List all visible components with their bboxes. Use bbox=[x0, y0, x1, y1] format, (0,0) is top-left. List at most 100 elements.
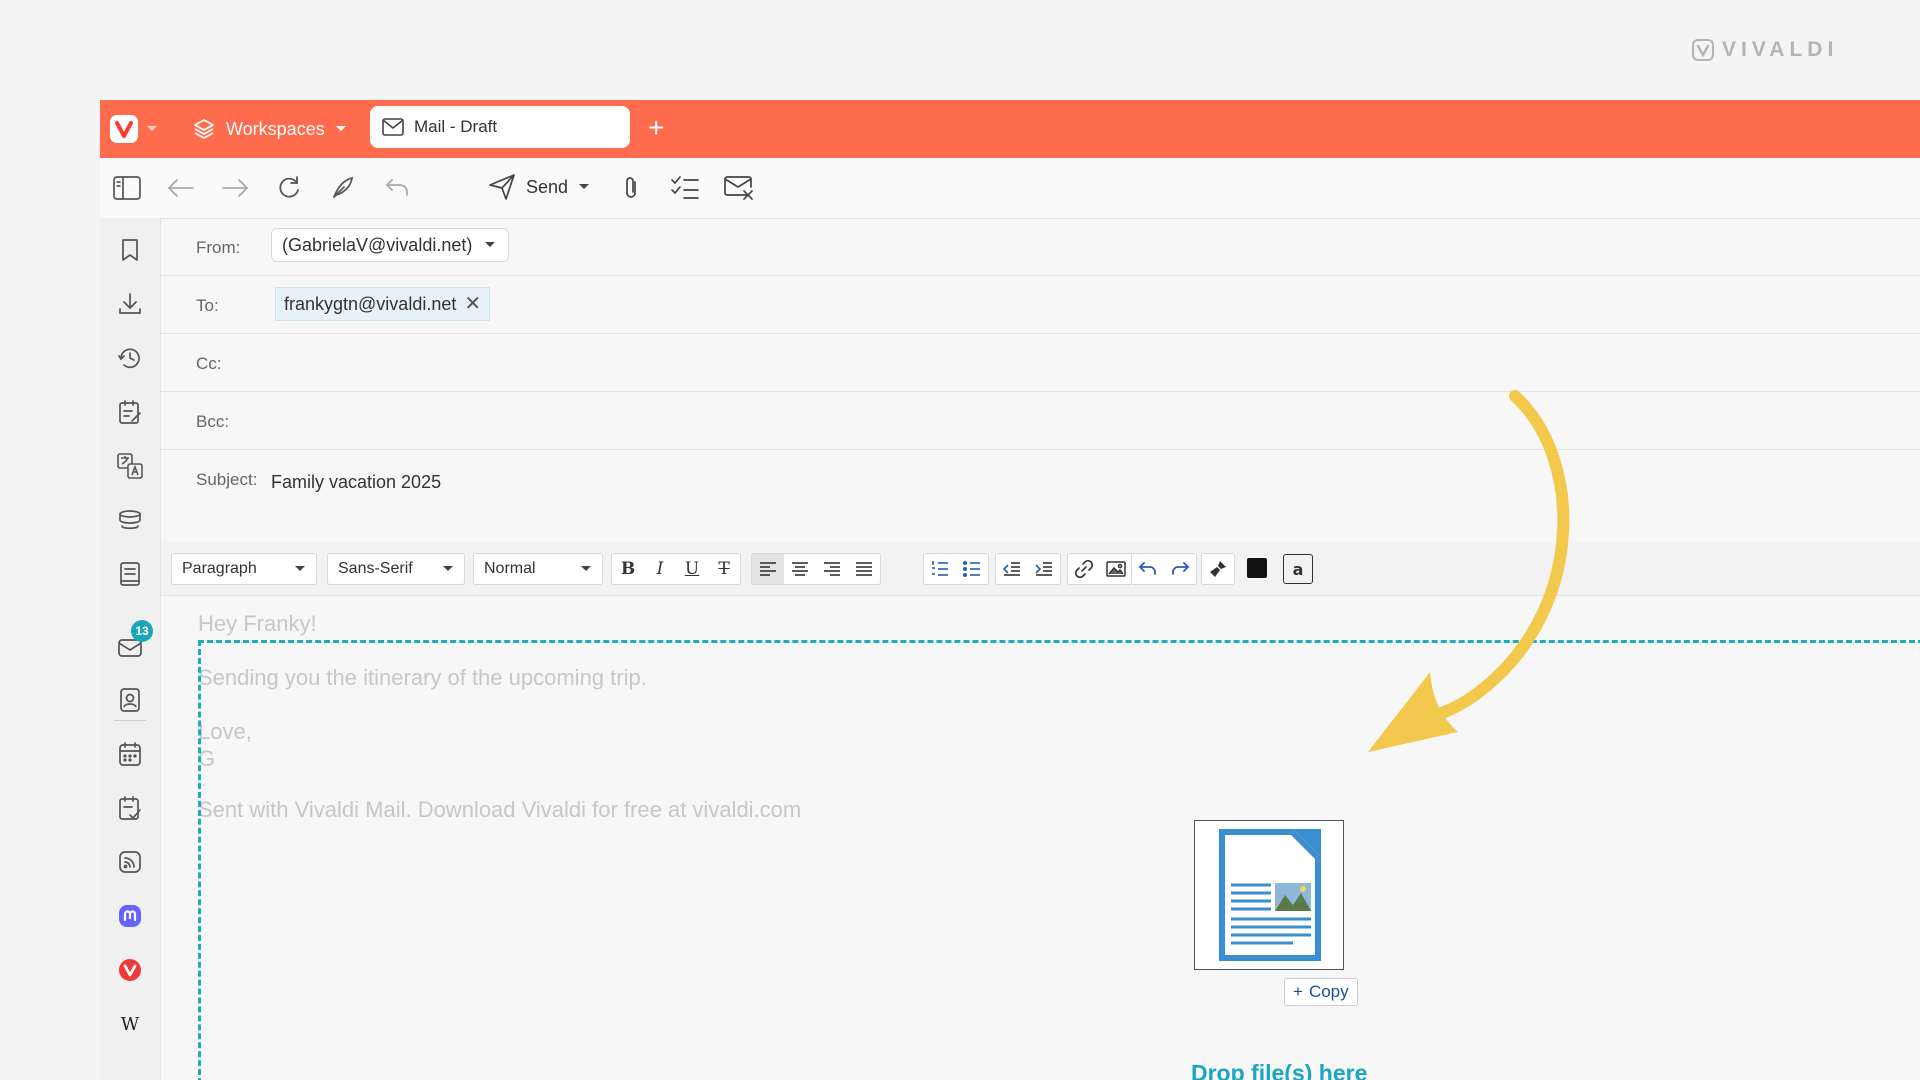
bold-button[interactable]: B bbox=[612, 554, 644, 584]
chevron-down-icon bbox=[485, 242, 496, 247]
chevron-down-icon bbox=[443, 566, 453, 571]
panel-mastodon[interactable] bbox=[114, 900, 146, 932]
editor-redo-button[interactable] bbox=[1164, 554, 1196, 584]
undo-icon bbox=[385, 179, 408, 196]
back-button[interactable] bbox=[164, 171, 198, 205]
outdent-button[interactable] bbox=[996, 554, 1028, 584]
arrow-right-icon bbox=[222, 179, 249, 197]
rss-icon bbox=[119, 851, 141, 873]
numbered-list-button[interactable] bbox=[924, 554, 956, 584]
body-greeting: Hey Franky! bbox=[198, 611, 317, 636]
mail-icon bbox=[382, 118, 404, 136]
strikethrough-button[interactable]: T bbox=[708, 554, 740, 584]
align-left-button[interactable] bbox=[752, 554, 784, 584]
send-icon bbox=[489, 174, 515, 200]
panel-calendar[interactable] bbox=[114, 738, 146, 770]
panel-separator bbox=[114, 720, 146, 721]
attach-button[interactable] bbox=[614, 171, 648, 205]
arrow-left-icon bbox=[167, 179, 194, 197]
chevron-down-icon bbox=[335, 126, 346, 131]
notes-icon bbox=[119, 400, 141, 424]
panel-bookmarks[interactable] bbox=[114, 234, 146, 266]
panel-toggle-button[interactable] bbox=[110, 171, 144, 205]
translate-icon bbox=[117, 453, 143, 479]
indent-group bbox=[995, 553, 1061, 585]
panel-tasks[interactable] bbox=[114, 792, 146, 824]
from-select[interactable]: (GabrielaV@vivaldi.net) bbox=[271, 228, 510, 262]
panel-wikipedia[interactable]: W bbox=[114, 1008, 146, 1040]
recipient-chip[interactable]: frankygtn@vivaldi.net ✕ bbox=[275, 287, 491, 321]
font-size-select[interactable]: Normal bbox=[473, 553, 603, 585]
editor-undo-button[interactable] bbox=[1132, 554, 1164, 584]
bullet-list-button[interactable] bbox=[956, 554, 988, 584]
subject-label: Subject: bbox=[196, 470, 258, 489]
history-icon bbox=[118, 348, 140, 369]
mail-toolbar: Send bbox=[100, 158, 1920, 219]
to-row: To: frankygtn@vivaldi.net ✕ bbox=[161, 276, 1920, 334]
compose-area: From: (GabrielaV@vivaldi.net) To: franky… bbox=[161, 218, 1920, 1080]
chevron-down-icon bbox=[295, 566, 305, 571]
panel-vivaldi[interactable] bbox=[114, 954, 146, 986]
indent-icon bbox=[1035, 562, 1052, 576]
edit-button[interactable] bbox=[326, 171, 360, 205]
panel-downloads[interactable] bbox=[114, 288, 146, 320]
justify-button[interactable] bbox=[848, 554, 880, 584]
insert-link-button[interactable] bbox=[1068, 554, 1100, 584]
reload-button[interactable] bbox=[272, 171, 306, 205]
panel-history[interactable] bbox=[114, 342, 146, 374]
panel-reading-list[interactable] bbox=[114, 504, 146, 536]
bcc-label: Bcc: bbox=[196, 412, 230, 431]
chevron-down-icon bbox=[579, 184, 590, 189]
bcc-row[interactable]: Bcc: bbox=[161, 392, 1920, 450]
vivaldi-menu-button[interactable] bbox=[110, 115, 158, 143]
text-color-button[interactable] bbox=[1241, 553, 1273, 583]
history-group bbox=[1131, 553, 1197, 585]
chevron-down-icon bbox=[147, 126, 157, 131]
font-family-select[interactable]: Sans-Serif bbox=[327, 553, 465, 585]
align-right-button[interactable] bbox=[816, 554, 848, 584]
send-label: Send bbox=[526, 176, 569, 197]
panel-reader[interactable] bbox=[114, 558, 146, 590]
font-size-value: Normal bbox=[484, 560, 536, 577]
reader-icon bbox=[120, 562, 140, 586]
unread-badge: 13 bbox=[131, 620, 153, 642]
drop-zone[interactable] bbox=[198, 640, 1920, 1080]
from-value: (GabrielaV@vivaldi.net) bbox=[282, 234, 473, 255]
discard-button[interactable] bbox=[722, 171, 756, 205]
send-button[interactable]: Send bbox=[488, 169, 590, 205]
bullet-list-icon bbox=[963, 561, 980, 577]
tab-mail-draft[interactable]: Mail - Draft bbox=[370, 106, 630, 148]
outdent-icon bbox=[1003, 562, 1020, 576]
svg-text:W: W bbox=[121, 1014, 140, 1034]
checklist-button[interactable] bbox=[668, 171, 702, 205]
italic-button[interactable]: I bbox=[644, 554, 676, 584]
cc-row[interactable]: Cc: bbox=[161, 334, 1920, 392]
clear-formatting-button[interactable] bbox=[1202, 554, 1234, 584]
subject-input[interactable]: Family vacation 2025 bbox=[271, 472, 441, 493]
feather-pen-icon bbox=[333, 176, 353, 198]
from-label: From: bbox=[196, 238, 241, 257]
link-icon bbox=[1075, 560, 1093, 578]
panel-toggle-icon bbox=[113, 176, 141, 200]
source-view-button[interactable]: a bbox=[1283, 554, 1313, 584]
wikipedia-icon: W bbox=[121, 1014, 140, 1034]
message-body[interactable]: Hey Franky! Sending you the itinerary of… bbox=[161, 596, 1920, 1080]
recipient-address: frankygtn@vivaldi.net bbox=[284, 293, 457, 314]
panel-mail[interactable]: 13 bbox=[114, 620, 153, 662]
vivaldi-watermark: VIVALDI bbox=[1692, 38, 1838, 62]
remove-recipient-icon[interactable]: ✕ bbox=[464, 294, 481, 314]
block-format-select[interactable]: Paragraph bbox=[171, 553, 317, 585]
panel-translate[interactable] bbox=[114, 450, 146, 482]
new-tab-button[interactable]: + bbox=[648, 113, 664, 143]
workspaces-button[interactable]: Workspaces bbox=[192, 114, 347, 144]
panel-feeds[interactable] bbox=[114, 846, 146, 878]
brand-name: VIVALDI bbox=[1722, 38, 1839, 61]
undo-button[interactable] bbox=[380, 171, 414, 205]
insert-image-button[interactable] bbox=[1100, 554, 1132, 584]
underline-button[interactable]: U bbox=[676, 554, 708, 584]
panel-contacts[interactable] bbox=[114, 684, 146, 716]
align-center-button[interactable] bbox=[784, 554, 816, 584]
forward-button[interactable] bbox=[218, 171, 252, 205]
panel-notes[interactable] bbox=[114, 396, 146, 428]
indent-button[interactable] bbox=[1028, 554, 1060, 584]
